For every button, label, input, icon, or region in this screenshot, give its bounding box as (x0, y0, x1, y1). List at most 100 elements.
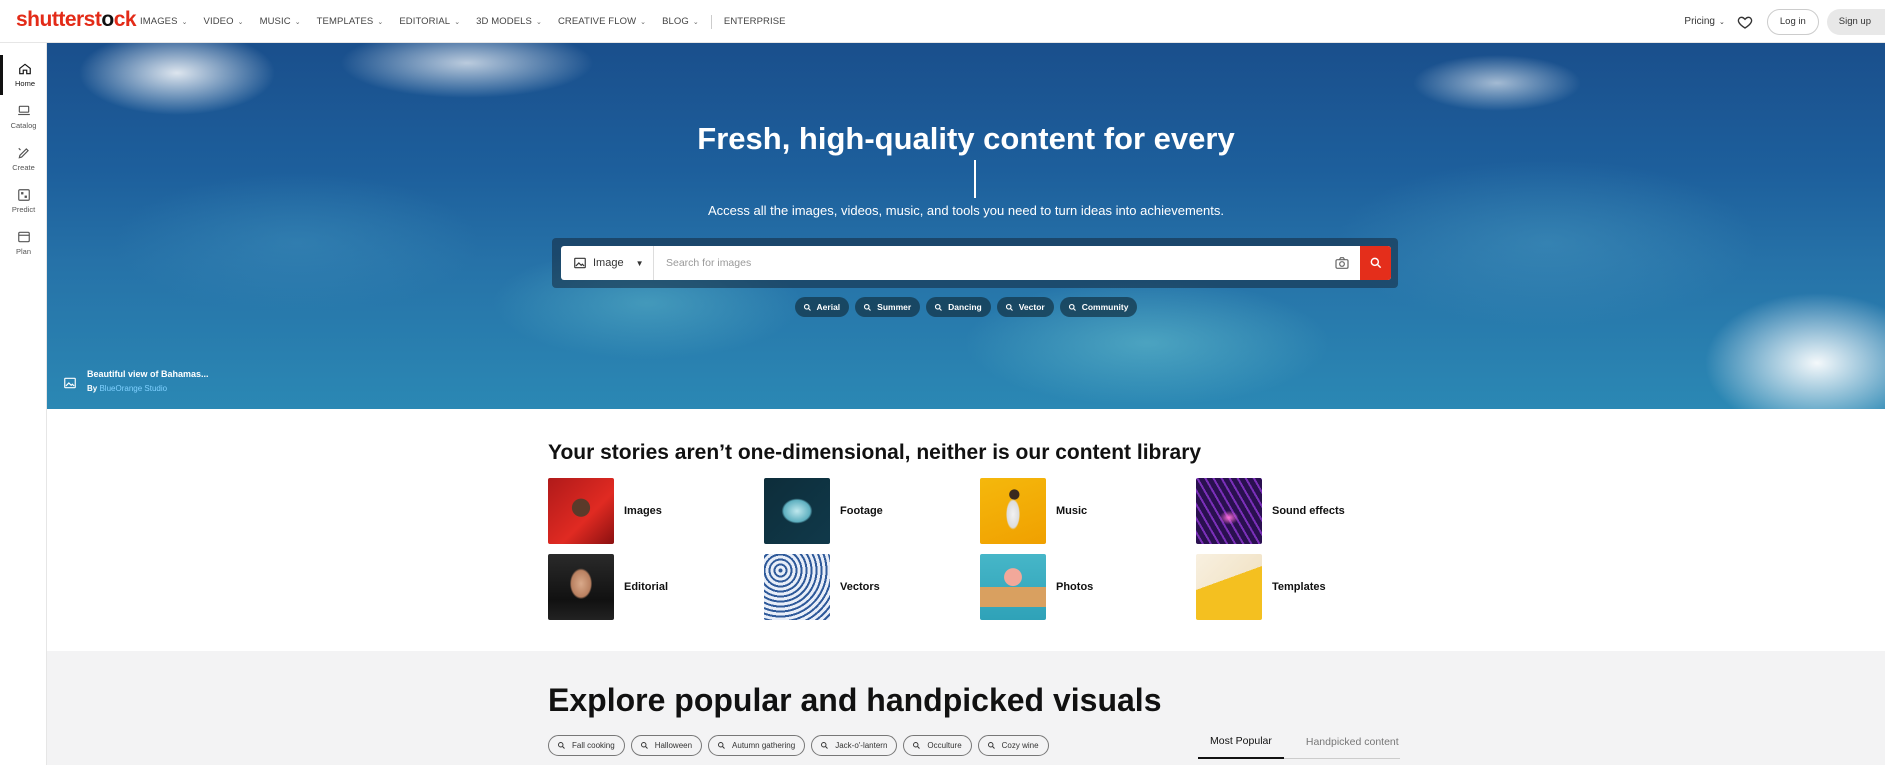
chevron-down-icon: ⌄ (237, 18, 244, 26)
explore-heading: Explore popular and handpicked visuals (548, 682, 1162, 718)
sidebar-item-label: Create (12, 163, 35, 172)
sidebar-item-home[interactable]: Home (0, 55, 47, 95)
explore-tag[interactable]: Halloween (630, 735, 703, 756)
chevron-down-icon: ⌄ (181, 18, 188, 26)
signup-button[interactable]: Sign up (1826, 8, 1885, 35)
library-grid: Images Footage Music Sound effects Edito… (548, 478, 1418, 620)
search-icon (803, 303, 811, 311)
explore-section: Explore popular and handpicked visuals F… (47, 651, 1885, 765)
heart-icon[interactable] (1737, 14, 1753, 30)
search-icon (1005, 303, 1013, 311)
hero-subtitle: Access all the images, videos, music, an… (708, 203, 1224, 218)
chevron-down-icon: ⌄ (454, 18, 461, 26)
home-icon (19, 63, 31, 75)
editorial-thumbnail (548, 554, 614, 620)
suggestion-chip[interactable]: Vector (996, 297, 1054, 317)
plan-icon (17, 231, 30, 243)
credit-byline: By BlueOrange Studio (87, 384, 168, 393)
image-icon (574, 257, 586, 269)
nav-menu: IMAGES ⌄ VIDEO ⌄ MUSIC ⌄ TEMPLATES ⌄ EDITORI… (140, 0, 802, 43)
image-icon (64, 377, 76, 389)
sidebar-item-label: Plan (15, 247, 31, 256)
nav-item-3d-models[interactable]: 3D MODELS ⌄ (476, 16, 542, 27)
predict-icon (17, 189, 30, 201)
explore-tag[interactable]: Fall cooking (548, 735, 625, 756)
caret-down-icon: ▼ (635, 258, 644, 268)
typing-caret (974, 160, 976, 198)
search-container: Image ▼ (552, 238, 1398, 288)
library-heading: Your stories aren’t one-dimensional, nei… (548, 441, 1202, 464)
nav-item-music[interactable]: MUSIC ⌄ (260, 16, 301, 27)
search-icon (1068, 303, 1076, 311)
left-sidebar: Home Catalog Create Predict Plan (0, 43, 47, 765)
explore-tag[interactable]: Jack-o'-lantern (811, 735, 898, 756)
library-item-footage[interactable]: Footage (764, 478, 974, 544)
nav-item-creative-flow[interactable]: CREATIVE FLOW ⌄ (558, 16, 646, 27)
nav-actions: Pricing ⌄ Log in Sign up (1684, 0, 1885, 43)
search-bar: Image ▼ (561, 246, 1391, 280)
search-icon (640, 742, 648, 749)
login-button[interactable]: Log in (1766, 8, 1819, 35)
chevron-down-icon: ⌄ (1719, 18, 1725, 26)
music-thumbnail (980, 478, 1046, 544)
explore-tag[interactable]: Autumn gathering (708, 735, 806, 756)
sidebar-item-label: Predict (11, 205, 36, 214)
library-item-templates[interactable]: Templates (1196, 554, 1406, 620)
suggestion-chip[interactable]: Summer (855, 297, 921, 317)
catalog-icon (17, 105, 30, 116)
credit-author-link[interactable]: BlueOrange Studio (99, 384, 167, 393)
pricing-menu[interactable]: Pricing ⌄ (1684, 16, 1724, 27)
tab-most-popular[interactable]: Most Popular (1198, 725, 1284, 759)
tab-handpicked-content[interactable]: Handpicked content (1294, 725, 1399, 759)
images-thumbnail (548, 478, 614, 544)
nav-item-templates[interactable]: TEMPLATES ⌄ (317, 16, 384, 27)
nav-item-blog[interactable]: BLOG ⌄ (662, 16, 699, 27)
hero-banner: Fresh, high-quality content for every Ac… (47, 43, 1885, 409)
explore-tag[interactable]: Cozy wine (977, 735, 1049, 756)
image-credit: Beautiful view of Bahamas... By BlueOran… (63, 369, 209, 393)
nav-item-video[interactable]: VIDEO ⌄ (204, 16, 244, 27)
library-item-vectors[interactable]: Vectors (764, 554, 974, 620)
shutterstock-logo[interactable]: shutterstock (16, 8, 137, 32)
search-icon (558, 742, 565, 749)
hero-title: Fresh, high-quality content for every (697, 121, 1235, 156)
nav-item-images[interactable]: IMAGES ⌄ (140, 16, 188, 27)
library-item-sound-effects[interactable]: Sound effects (1196, 478, 1406, 544)
sidebar-item-label: Home (14, 79, 35, 88)
suggestion-chip[interactable]: Dancing (926, 297, 991, 317)
search-icon (987, 742, 995, 749)
sound-effects-thumbnail (1196, 478, 1262, 544)
search-icon (821, 742, 829, 749)
library-item-editorial[interactable]: Editorial (548, 554, 758, 620)
chevron-down-icon: ⌄ (377, 18, 384, 26)
search-icon (1370, 257, 1381, 269)
vectors-thumbnail (764, 554, 830, 620)
credit-title[interactable]: Beautiful view of Bahamas... (87, 369, 209, 379)
explore-tabs: Most Popular Handpicked content (1198, 725, 1400, 759)
chevron-down-icon: ⌄ (640, 18, 647, 26)
nav-item-enterprise[interactable]: ENTERPRISE (724, 16, 786, 27)
suggestion-chips: Aerial Summer Dancing Vector Community (47, 297, 1885, 317)
library-item-photos[interactable]: Photos (980, 554, 1190, 620)
chevron-down-icon: ⌄ (294, 18, 301, 26)
explore-tag[interactable]: Occulture (903, 735, 972, 756)
sidebar-item-plan[interactable]: Plan (0, 223, 47, 263)
search-icon (864, 303, 872, 311)
search-type-dropdown[interactable]: Image ▼ (561, 246, 654, 280)
search-button[interactable] (1360, 246, 1391, 280)
templates-thumbnail (1196, 554, 1262, 620)
sidebar-item-catalog[interactable]: Catalog (0, 97, 47, 137)
suggestion-chip[interactable]: Community (1059, 297, 1138, 317)
sidebar-item-predict[interactable]: Predict (0, 181, 47, 221)
sidebar-item-create[interactable]: Create (0, 139, 47, 179)
search-by-image-icon[interactable] (1334, 255, 1350, 271)
create-icon (17, 147, 29, 159)
library-item-images[interactable]: Images (548, 478, 758, 544)
photos-thumbnail (980, 554, 1046, 620)
suggestion-chip[interactable]: Aerial (794, 297, 850, 317)
library-item-music[interactable]: Music (980, 478, 1190, 544)
search-input[interactable] (654, 246, 1334, 280)
nav-item-editorial[interactable]: EDITORIAL ⌄ (399, 16, 460, 27)
footage-thumbnail (764, 478, 830, 544)
search-icon (718, 742, 725, 749)
